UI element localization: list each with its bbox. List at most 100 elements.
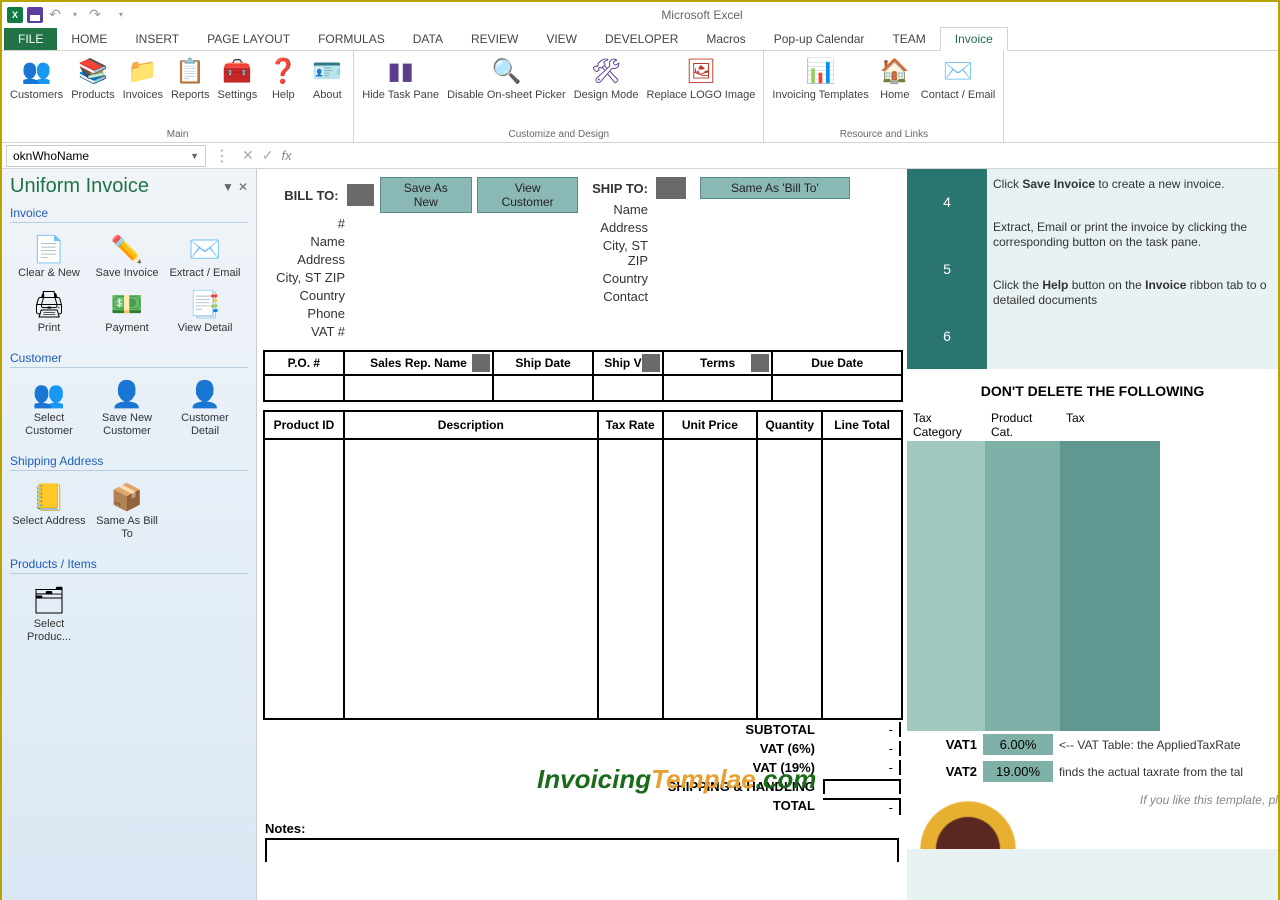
title-bar: X ↶ ▾ ↷ ▾ Microsoft Excel (2, 2, 1278, 27)
invoicing-templates-button[interactable]: 📊Invoicing Templates (768, 53, 872, 127)
toolbox-icon: 🧰 (221, 55, 253, 87)
fx-icon[interactable]: fx (281, 148, 291, 163)
vat1-value: - (823, 741, 901, 756)
quick-access-toolbar: X ↶ ▾ ↷ ▾ (6, 6, 130, 24)
user-detail-icon: 👤 (189, 378, 221, 410)
redo-icon[interactable]: ↷ (86, 6, 104, 24)
tab-team[interactable]: TEAM (878, 28, 939, 50)
shipvia-picker[interactable] (642, 354, 660, 372)
save-invoice-button[interactable]: ✏️Save Invoice (88, 229, 166, 284)
select-product-button[interactable]: 🗂Select Produc... (10, 580, 88, 648)
undo-dropdown-icon[interactable]: ▾ (66, 6, 84, 24)
disable-picker-button[interactable]: 🔍Disable On-sheet Picker (443, 53, 570, 127)
customers-button[interactable]: 👥Customers (6, 53, 67, 127)
save-as-new-button[interactable]: Save As New (380, 177, 472, 213)
detail-icon: 📑 (189, 288, 221, 320)
select-address-button[interactable]: 📒Select Address (10, 477, 88, 545)
notes-input[interactable] (265, 838, 899, 862)
tab-insert[interactable]: INSERT (121, 28, 193, 50)
col-description: Description (344, 411, 598, 439)
subtotal-label: SUBTOTAL (623, 722, 823, 737)
field-label: Phone (263, 306, 353, 321)
customer-detail-button[interactable]: 👤Customer Detail (166, 374, 244, 442)
extract-email-button[interactable]: ✉️Extract / Email (166, 229, 244, 284)
product-cat-swatch (985, 441, 1060, 731)
shipdate-header: Ship Date (493, 351, 593, 375)
help-button[interactable]: ❓Help (261, 53, 305, 127)
salesrep-picker[interactable] (472, 354, 490, 372)
tab-developer[interactable]: DEVELOPER (591, 28, 692, 50)
tab-macros[interactable]: Macros (692, 28, 759, 50)
save-icon[interactable] (26, 6, 44, 24)
col-line-total: Line Total (822, 411, 902, 439)
line-items-table[interactable]: Product ID Description Tax Rate Unit Pri… (263, 410, 903, 720)
tab-review[interactable]: REVIEW (457, 28, 532, 50)
total-value: - (823, 798, 901, 815)
notes-label: Notes: (257, 817, 907, 838)
tab-home[interactable]: HOME (57, 28, 121, 50)
vat-note: finds the actual taxrate from the tal (1059, 765, 1243, 779)
invoices-button[interactable]: 📁Invoices (119, 53, 167, 127)
col-tax-rate: Tax Rate (598, 411, 663, 439)
ribbon-group-customize: ▮▮Hide Task Pane 🔍Disable On-sheet Picke… (354, 51, 764, 142)
view-customer-button[interactable]: View Customer (477, 177, 578, 213)
name-box-value: oknWhoName (13, 149, 89, 163)
task-pane-menu-icon[interactable]: ▼ (222, 180, 234, 194)
vat-pct[interactable]: 6.00% (983, 734, 1053, 755)
print-button[interactable]: 🖨Print (10, 284, 88, 339)
tab-invoice[interactable]: Invoice (940, 27, 1008, 51)
qat-customize-icon[interactable]: ▾ (112, 6, 130, 24)
like-text: If you like this template, pl (1030, 785, 1278, 849)
about-button[interactable]: 🪪About (305, 53, 349, 127)
task-pane-title: Uniform Invoice (10, 175, 149, 198)
same-as-bill-button[interactable]: Same As 'Bill To' (700, 177, 850, 199)
shipvia-header: Ship Via (593, 351, 663, 375)
order-info-table[interactable]: P.O. # Sales Rep. Name Ship Date Ship Vi… (263, 350, 903, 402)
vat-pct[interactable]: 19.00% (983, 761, 1053, 782)
fx-controls: ✕ ✓ fx (234, 147, 300, 164)
products-button[interactable]: 📚Products (67, 53, 118, 127)
spreadsheet[interactable]: BILL TO: Save As New View Customer # Nam… (257, 169, 1278, 900)
ribbon-tabs: FILE HOME INSERT PAGE LAYOUT FORMULAS DA… (2, 27, 1278, 51)
tab-view[interactable]: VIEW (532, 28, 591, 50)
field-label: Contact (586, 289, 656, 304)
payment-button[interactable]: 💵Payment (88, 284, 166, 339)
contact-email-button[interactable]: ✉️Contact / Email (917, 53, 1000, 127)
app-title: Microsoft Excel (130, 8, 1274, 22)
select-customer-button[interactable]: 👥Select Customer (10, 374, 88, 442)
field-label: Name (263, 234, 353, 249)
field-label: Name (586, 202, 656, 217)
hide-task-pane-button[interactable]: ▮▮Hide Task Pane (358, 53, 443, 127)
bill-to-picker[interactable] (347, 184, 375, 206)
shipping-value[interactable] (823, 779, 901, 794)
tab-formulas[interactable]: FORMULAS (304, 28, 399, 50)
tab-popup-calendar[interactable]: Pop-up Calendar (760, 28, 879, 50)
replace-logo-button[interactable]: 🖼Replace LOGO Image (643, 53, 760, 127)
ship-to-picker[interactable] (656, 177, 686, 199)
envelope-icon: ✉️ (942, 55, 974, 87)
chevron-down-icon[interactable]: ▼ (190, 151, 199, 161)
undo-icon[interactable]: ↶ (46, 6, 64, 24)
design-mode-button[interactable]: 🛠Design Mode (570, 53, 643, 127)
home-link-button[interactable]: 🏠Home (873, 53, 917, 127)
close-icon[interactable]: ✕ (238, 180, 248, 194)
name-box[interactable]: oknWhoName ▼ (6, 145, 206, 167)
save-new-customer-button[interactable]: 👤Save New Customer (88, 374, 166, 442)
clipboard-icon: 📋 (174, 55, 206, 87)
enter-icon[interactable]: ✓ (262, 147, 274, 164)
clear-new-button[interactable]: 📄Clear & New (10, 229, 88, 284)
same-as-bill-to-button[interactable]: 📦Same As Bill To (88, 477, 166, 545)
reports-button[interactable]: 📋Reports (167, 53, 214, 127)
formula-input[interactable] (300, 145, 1278, 167)
tools-icon: 🛠 (590, 55, 622, 87)
col-quantity: Quantity (757, 411, 822, 439)
view-detail-button[interactable]: 📑View Detail (166, 284, 244, 339)
tab-data[interactable]: DATA (399, 28, 457, 50)
tab-page-layout[interactable]: PAGE LAYOUT (193, 28, 304, 50)
terms-picker[interactable] (751, 354, 769, 372)
vat2-value: - (823, 760, 901, 775)
col-unit-price: Unit Price (663, 411, 758, 439)
tab-file[interactable]: FILE (4, 28, 57, 50)
settings-button[interactable]: 🧰Settings (214, 53, 262, 127)
cancel-icon[interactable]: ✕ (242, 147, 254, 164)
